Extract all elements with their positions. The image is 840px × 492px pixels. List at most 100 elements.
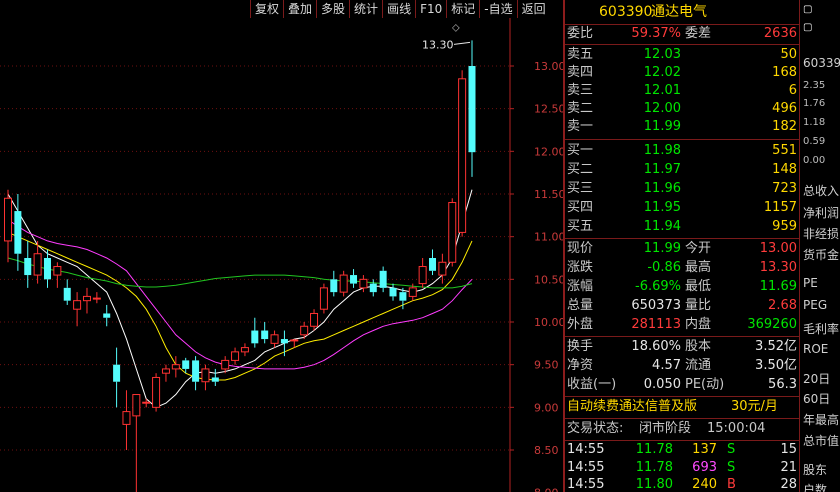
ask-volume: 168: [772, 65, 797, 80]
ask-row[interactable]: 卖四 12.02 168: [565, 64, 799, 82]
toolbar-overlay-button[interactable]: 叠加: [283, 0, 316, 18]
toolbar-draw-line-button[interactable]: 画线: [382, 0, 415, 18]
candle-body: [211, 377, 219, 382]
candle-body: [389, 287, 397, 297]
y-axis-label: 12.00: [534, 145, 563, 158]
weicha-value: 2636: [763, 26, 797, 41]
ask-label: 卖四: [567, 65, 594, 80]
candle-body: [408, 287, 417, 297]
ask-row[interactable]: 卖一 11.99 182: [565, 118, 799, 136]
ask-row[interactable]: 卖二 12.00 496: [565, 100, 799, 118]
tick-volume: 137: [692, 442, 717, 457]
weibi-row: 委比 59.37% 委差 2636: [565, 25, 799, 43]
candle-body: [468, 66, 476, 153]
stat-label: 最高: [685, 260, 712, 275]
candle-body: [369, 283, 377, 293]
candle-body: [359, 278, 368, 289]
side-label: 总市值: [803, 434, 840, 448]
stat-row: 换手 18.60% 股本 3.52亿: [565, 338, 799, 356]
tick-count: 15: [780, 442, 797, 457]
side-label: 年最高: [803, 413, 840, 427]
ask-price: 12.02: [643, 65, 681, 80]
candle-body: [280, 339, 288, 344]
candle-body: [300, 325, 309, 336]
side-label: 非经损: [803, 227, 840, 241]
stat-row: 收益(一) 0.050 PE(动) 56.3: [565, 376, 799, 394]
bid-row[interactable]: 买五 11.94 959: [565, 218, 799, 236]
tick-side: B: [727, 477, 736, 492]
stat-label: 现价: [567, 241, 594, 256]
toolbar-multi-stock-button[interactable]: 多股: [316, 0, 349, 18]
stat-label: 涨幅: [567, 279, 594, 294]
stat-value: 650373: [631, 298, 681, 313]
candle-body: [182, 360, 190, 369]
candle-body: [399, 292, 407, 301]
ask-row[interactable]: 卖三 12.01 6: [565, 82, 799, 100]
candle-body: [92, 297, 101, 300]
banner-price[interactable]: 30元/月: [731, 398, 778, 416]
candle-body: [350, 275, 358, 284]
marker-diamond-icon: ◇: [452, 22, 460, 33]
toolbar-statistics-button[interactable]: 统计: [349, 0, 382, 18]
side-tab-box[interactable]: ▢: [803, 22, 812, 33]
candle-body: [221, 359, 230, 370]
candle-body: [24, 258, 32, 276]
tick-price: 11.78: [635, 460, 673, 475]
toolbar-f10-button[interactable]: F10: [415, 0, 446, 18]
status-value: 闭市阶段: [639, 421, 692, 436]
tick-row: 14:55 11.80 240 B 28: [565, 476, 799, 492]
candle-body: [201, 368, 210, 383]
stat-label: 流通: [685, 358, 712, 373]
y-axis-label: 11.50: [534, 188, 563, 201]
side-axis-value: 1.76: [803, 98, 826, 109]
ask-label: 卖三: [567, 83, 594, 98]
stat-value: 4.57: [652, 358, 681, 373]
candle-body: [82, 295, 91, 302]
bid-row[interactable]: 买三 11.96 723: [565, 180, 799, 198]
bid-row[interactable]: 买二 11.97 148: [565, 161, 799, 179]
toolbar-restore-rights-button[interactable]: 复权: [250, 0, 283, 18]
side-axis-value: 1.18: [803, 117, 826, 128]
weibi-value: 59.37%: [631, 26, 681, 41]
bid-label: 买四: [567, 200, 594, 215]
toolbar-mark-button[interactable]: 标记: [446, 0, 479, 18]
candle-body: [43, 258, 51, 280]
ask-volume: 182: [772, 119, 797, 134]
status-label: 交易状态:: [567, 421, 624, 436]
tick-volume: 240: [692, 477, 717, 492]
bid-row[interactable]: 买一 11.98 551: [565, 142, 799, 160]
ask-row[interactable]: 卖五 12.03 50: [565, 46, 799, 64]
toolbar-back-button[interactable]: 返回: [516, 0, 550, 18]
stat-value: -0.86: [647, 260, 681, 275]
kline-chart[interactable]: 13.00 12.50 12.00 11.50 11.00 10.50 10.00 9.50 9…: [0, 0, 563, 492]
side-label: 总收入: [803, 184, 840, 198]
divider-line: [565, 139, 799, 140]
ask-price: 12.01: [643, 83, 681, 98]
candle-body: [122, 411, 131, 425]
tick-time: 14:55: [567, 460, 605, 475]
candle-body: [290, 339, 299, 342]
candle-body: [429, 258, 437, 271]
bid-label: 买一: [567, 143, 594, 158]
stat-value: 281113: [631, 317, 681, 332]
subscription-banner[interactable]: 自动续费通达信普及版 30元/月: [565, 398, 799, 416]
side-tab-box[interactable]: ▢: [803, 4, 812, 15]
bid-row[interactable]: 买四 11.95 1157: [565, 199, 799, 217]
ask-price: 11.99: [643, 119, 681, 134]
candle-body: [161, 368, 170, 374]
stat-label: 内盘: [685, 317, 712, 332]
ask-label: 卖二: [567, 101, 594, 116]
y-axis-label: 12.50: [534, 103, 563, 116]
stat-value: 3.50亿: [755, 358, 797, 373]
bid-label: 买二: [567, 162, 594, 177]
candle-body: [192, 360, 200, 382]
kline-chart-pane[interactable]: 13.00 12.50 12.00 11.50 11.00 10.50 10.00 9.50 9…: [0, 0, 563, 492]
divider-line: [565, 238, 799, 239]
toolbar-remove-watchlist-button[interactable]: -自选: [479, 0, 516, 18]
y-axis-label: 8.50: [534, 444, 559, 457]
stat-label: 涨跌: [567, 260, 594, 275]
banner-text[interactable]: 自动续费通达信普及版: [567, 398, 697, 416]
bid-volume: 723: [772, 181, 797, 196]
bid-volume: 1157: [763, 200, 797, 215]
tick-row: 14:55 11.78 137 S 15: [565, 441, 799, 459]
